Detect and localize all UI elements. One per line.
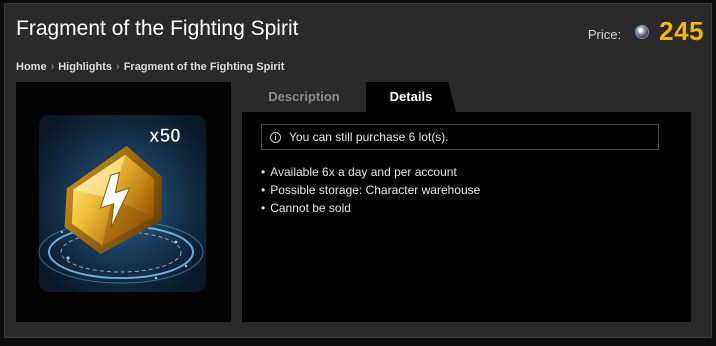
notice-text: You can still purchase 6 lot(s).	[289, 130, 449, 144]
price-label: Price:	[587, 26, 622, 42]
list-item: Possible storage: Character warehouse	[261, 181, 480, 199]
tab-bar: Description Details	[242, 82, 691, 112]
breadcrumb: Home › Highlights › Fragment of the Fighting…	[16, 61, 284, 73]
breadcrumb-current: Fragment of the Fighting Spirit	[123, 61, 285, 73]
purchase-limit-notice: You can still purchase 6 lot(s).	[261, 124, 659, 150]
list-item: Cannot be sold	[261, 199, 480, 217]
info-icon	[270, 131, 281, 143]
breadcrumb-separator: ›	[50, 61, 55, 73]
quantity-label: x50	[149, 126, 181, 147]
lightning-crystal-icon: x50	[38, 115, 206, 292]
breadcrumb-home[interactable]: Home	[16, 61, 47, 73]
breadcrumb-separator: ›	[116, 61, 120, 73]
product-image: x50	[16, 82, 231, 322]
price-display: Price: 245	[588, 16, 704, 46]
breadcrumb-highlights[interactable]: Highlights	[58, 61, 112, 73]
list-item: Available 6x a day and per account	[261, 163, 480, 181]
feature-list: Available 6x a day and per account Possi…	[261, 163, 480, 217]
coin-icon	[635, 25, 650, 39]
page-title: Fragment of the Fighting Spirit	[16, 17, 299, 40]
tab-description[interactable]: Description	[242, 82, 366, 112]
price-value: 245	[659, 15, 704, 46]
details-panel: You can still purchase 6 lot(s). Availab…	[242, 112, 691, 322]
tab-details[interactable]: Details	[366, 82, 456, 112]
